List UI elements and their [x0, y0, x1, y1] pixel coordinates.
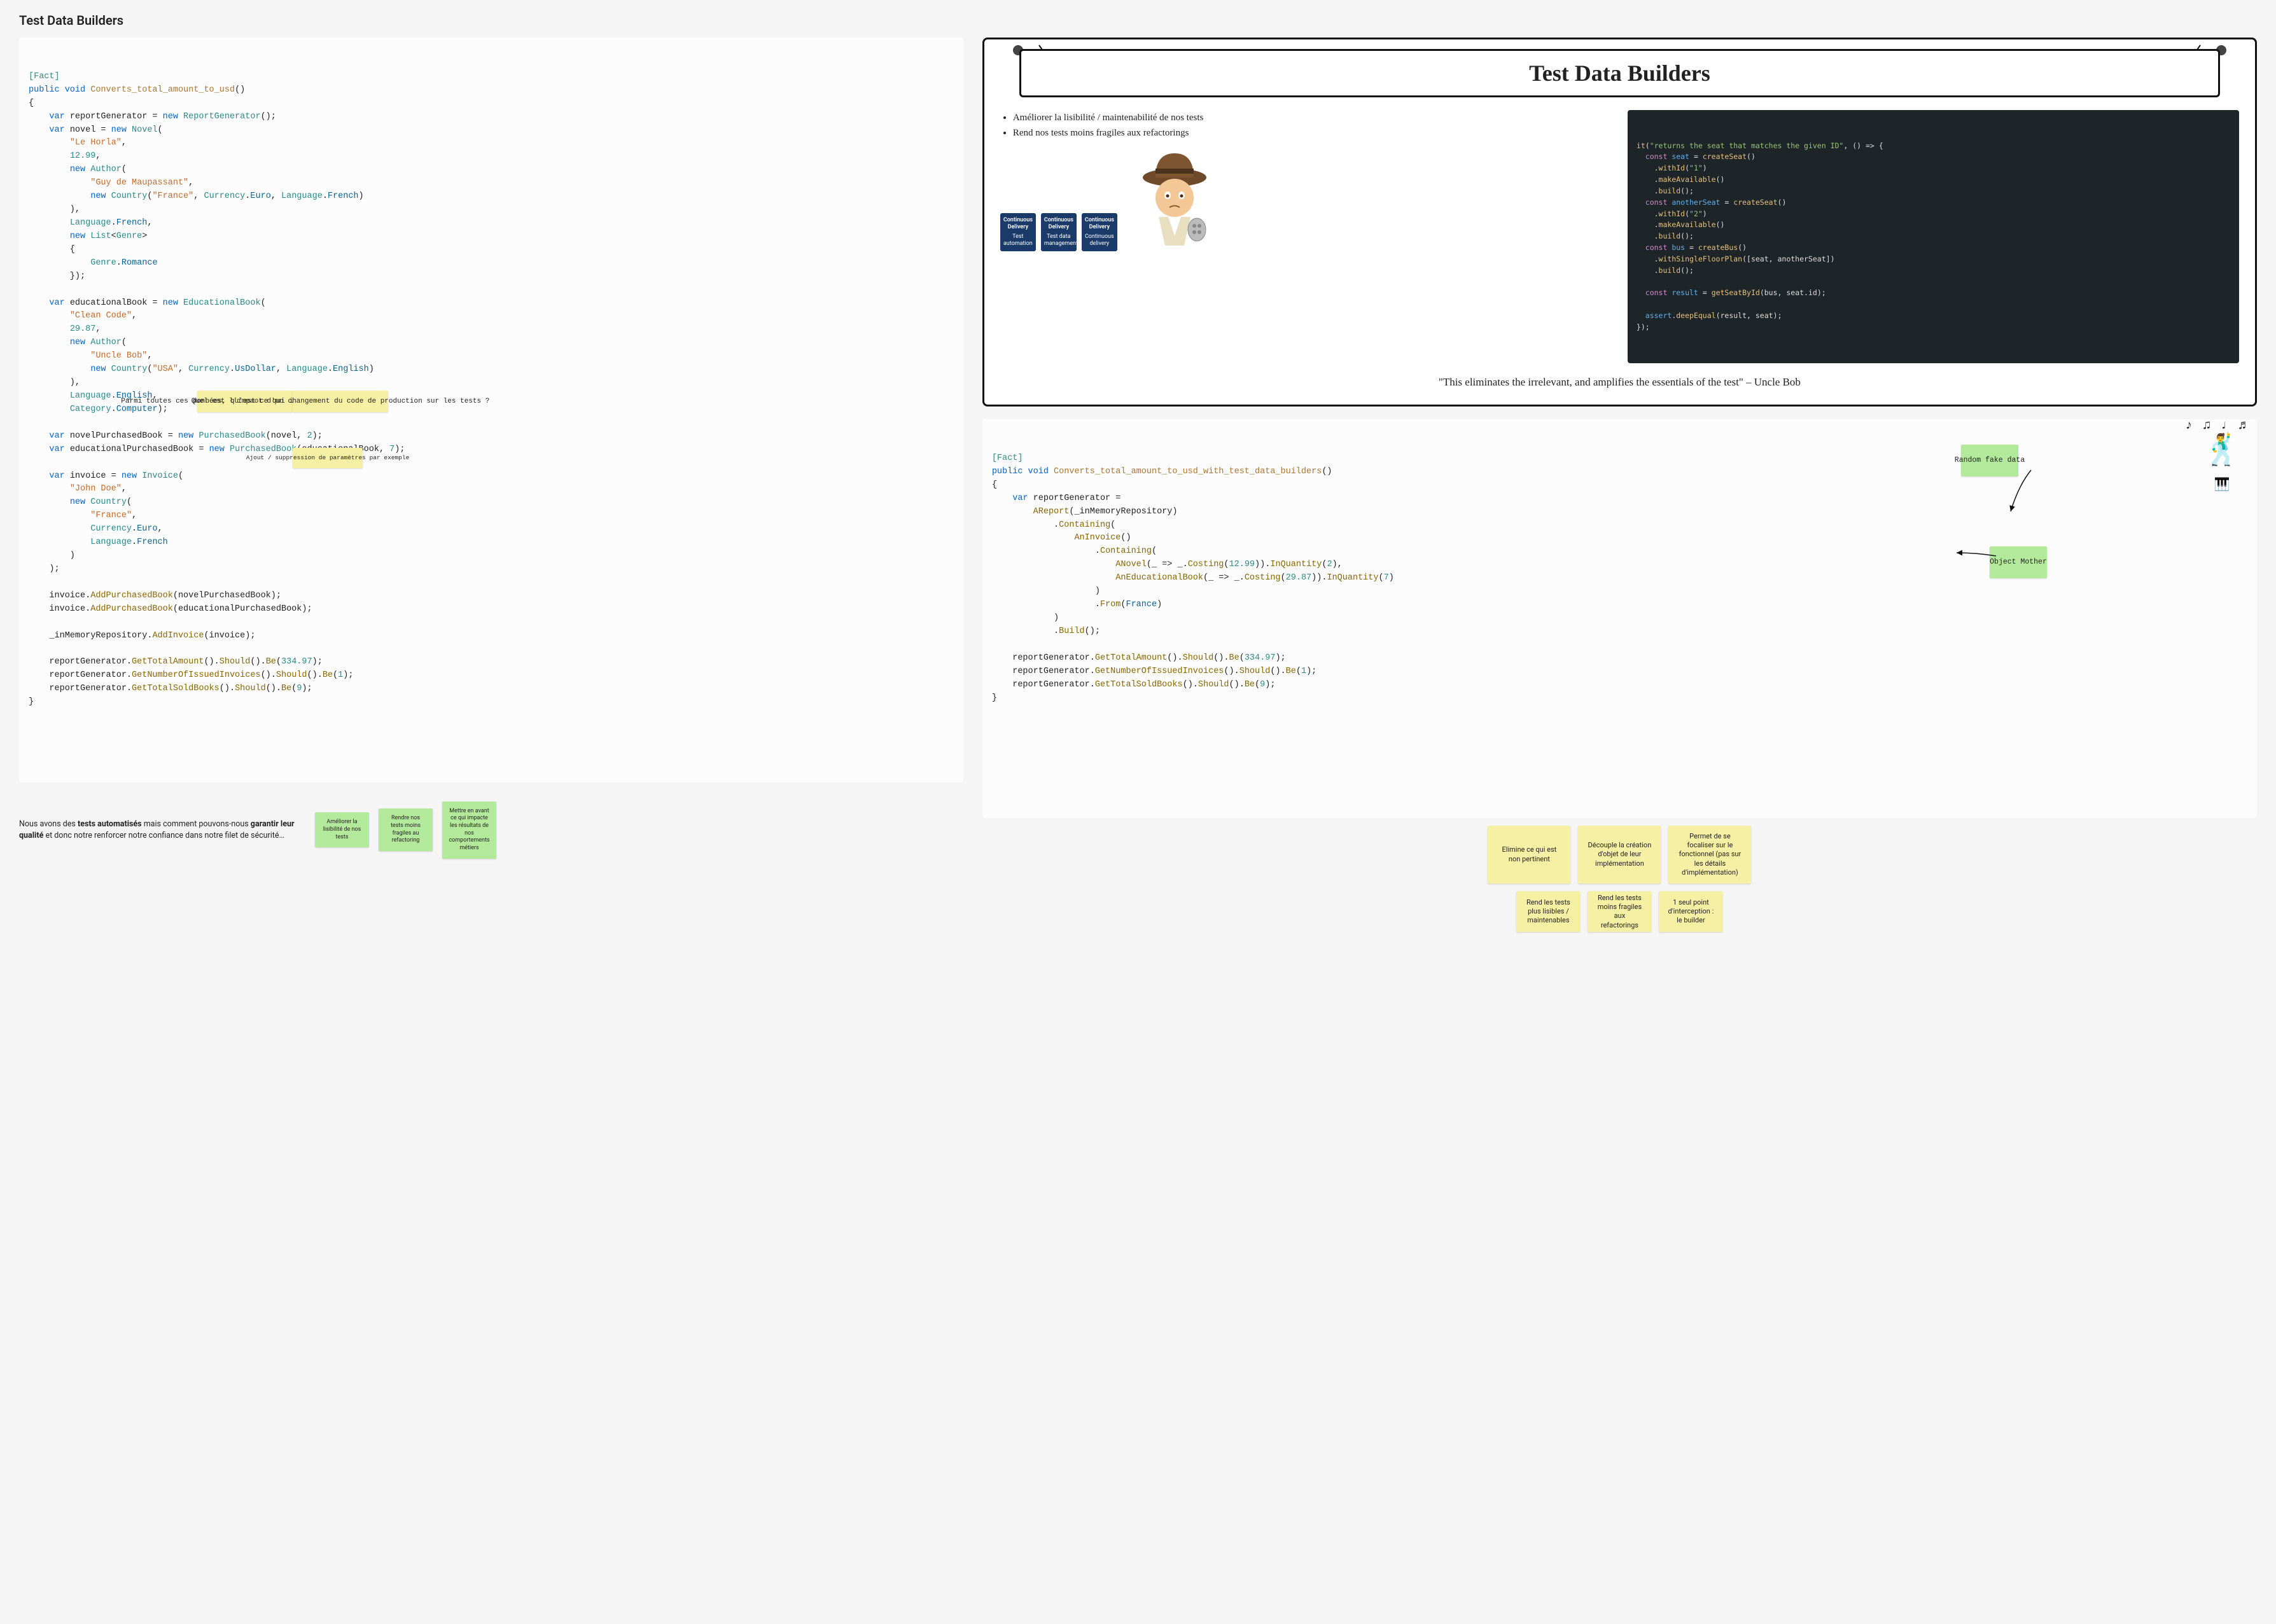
txt-b1: tests automatisés [78, 819, 142, 829]
avatar-illustration [1133, 147, 1216, 251]
label-random-fake-data: Random fake data [1961, 445, 2018, 476]
sticky-note: Rend les tests plus lisibles / maintenab… [1516, 891, 1580, 932]
book-icon: Continuous DeliveryTest data management [1041, 213, 1077, 251]
right-code-block: [Fact] public void Converts_total_amount… [982, 419, 2257, 818]
dark-code-block: it("returns the seat that matches the gi… [1628, 110, 2239, 363]
book-icon: Continuous DeliveryContinuous delivery [1082, 213, 1117, 251]
yellow-sticky-row-2: Rend les tests plus lisibles / maintenab… [982, 891, 2257, 932]
sticky-note: Rend les tests moins fragiles aux refact… [1588, 891, 1651, 932]
dancing-icon: 🕺🎹 [2203, 429, 2241, 496]
txt: mais comment pouvons-nous [142, 819, 251, 829]
books-row: Continuous DeliveryTest automation Conti… [1000, 213, 1117, 251]
txt: et donc notre renforcer notre confiance … [43, 831, 284, 840]
poster: Test Data Builders Améliorer la lisibili… [982, 38, 2257, 406]
sticky-question-2: Quel est l'impact d'un changement du cod… [293, 391, 388, 412]
label-object-mother: Object Mother [1990, 546, 2047, 578]
bullet-item: Améliorer la lisibilité / maintenabilité… [1013, 110, 1612, 125]
sticky-note: Découple la création d'objet de leur imp… [1578, 826, 1661, 884]
poster-title: Test Data Builders [1040, 60, 2199, 87]
bottom-left-row: Nous avons des tests automatisés mais co… [19, 802, 963, 859]
poster-bullets: Améliorer la lisibilité / maintenabilité… [1000, 110, 1612, 141]
bullet-item: Rend nos tests moins fragiles aux refact… [1013, 125, 1612, 141]
left-code-block: [Fact] public void Converts_total_amount… [19, 38, 963, 782]
yellow-sticky-row-1: Elimine ce qui est non pertinent Découpl… [982, 826, 2257, 884]
book-icon: Continuous DeliveryTest automation [1000, 213, 1036, 251]
detective-icon [1133, 147, 1216, 249]
sticky-note: Permet de se focaliser sur le fonctionne… [1668, 826, 1751, 884]
sticky-green-3: Mettre en avant ce qui impacte les résul… [442, 802, 496, 859]
txt: Nous avons des [19, 819, 78, 829]
sticky-green-2: Rendre nos tests moins fragiles au refac… [379, 809, 433, 851]
sticky-note: 1 seul point d'interception : le builder [1659, 891, 1722, 932]
sticky-question-3: Ajout / suppression de paramètres par ex… [293, 448, 363, 468]
sticky-green-1: Améliorer la lisibilité de nos tests [315, 812, 369, 847]
page-title: Test Data Builders [19, 13, 2257, 28]
poster-quote: "This eliminates the irrelevant, and amp… [1000, 376, 2239, 389]
bottom-left-text: Nous avons des tests automatisés mais co… [19, 819, 305, 841]
poster-banner: Test Data Builders [1019, 49, 2220, 97]
sticky-note: Elimine ce qui est non pertinent [1488, 826, 1570, 884]
